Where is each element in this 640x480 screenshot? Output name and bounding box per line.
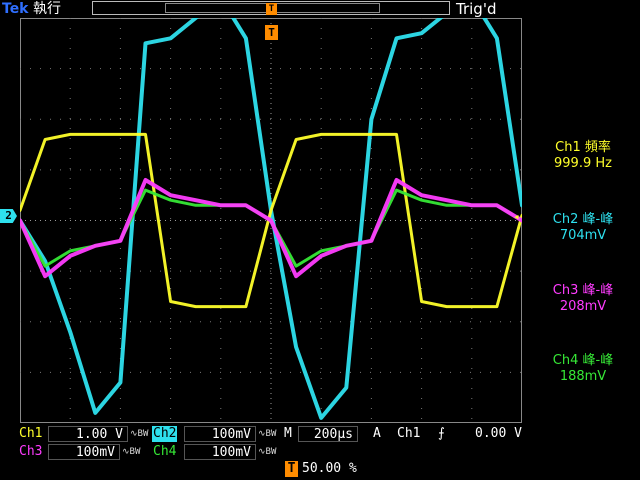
brand-name: Tek [2,1,29,17]
measurement-label: Ch4 峰-峰 [552,353,614,368]
brand-logo: Tek 執行 [2,0,61,18]
waveform-ch2 [20,18,522,420]
ch4-bandwidth-icon: ∿BW [258,447,277,457]
measurement-ch4-pkpk: Ch4 峰-峰 188mV [526,353,640,385]
ch1-scale[interactable]: 1.00 V [48,426,128,442]
timebase-scale[interactable]: 200µs [298,426,358,442]
ch4-scale[interactable]: 100mV [184,444,256,460]
ch1-bandwidth-icon: ∿BW [130,429,149,439]
ch1-label[interactable]: Ch1 [18,426,43,442]
measurement-ch2-pkpk: Ch2 峰-峰 704mV [526,212,640,244]
ch2-bandwidth-icon: ∿BW [258,429,277,439]
trigger-slope-icon: ⨍ [438,426,445,441]
trigger-mode: A [373,426,381,441]
horizontal-position[interactable]: T 50.00 % [285,461,357,477]
measurement-label: Ch2 峰-峰 [552,212,614,227]
trigger-level-icon: ◂ [513,210,520,223]
bottom-status-bar: Ch1 1.00 V ∿BW Ch2 100mV ∿BW M 200µs A C… [0,424,640,480]
measurement-label: Ch1 頻率 [555,140,611,155]
ch2-ground-marker: 2 [0,209,17,223]
measurement-ch3-pkpk: Ch3 峰-峰 208mV [526,283,640,315]
measurement-label: Ch3 峰-峰 [552,283,614,298]
ch2-scale[interactable]: 100mV [184,426,256,442]
measurement-ch1-frequency: Ch1 頻率 999.9 Hz [526,140,640,172]
ch3-scale[interactable]: 100mV [48,444,120,460]
trigger-level[interactable]: 0.00 V [462,426,526,442]
ch4-label[interactable]: Ch4 [152,444,177,460]
trigger-position-marker-top: T [266,3,277,15]
measurement-value: 208mV [559,299,607,314]
ch2-label[interactable]: Ch2 [152,426,178,442]
measurement-value: 188mV [559,369,607,384]
ch3-label[interactable]: Ch3 [18,444,43,460]
trigger-position-icon: T [285,461,298,477]
measurement-value: 704mV [559,228,607,243]
acquisition-state: 執行 [32,1,61,17]
top-status-bar: Tek 執行 T Trig'd [0,0,640,18]
timebase-label: M [284,426,292,441]
trigger-source[interactable]: Ch1 [397,426,420,442]
waveform-display [20,18,522,423]
horizontal-position-value: 50.00 % [302,461,357,476]
trigger-status: Trig'd [456,0,497,18]
trigger-position-icon: T [265,25,278,40]
ch3-bandwidth-icon: ∿BW [122,447,141,457]
measurement-value: 999.9 Hz [554,156,612,171]
